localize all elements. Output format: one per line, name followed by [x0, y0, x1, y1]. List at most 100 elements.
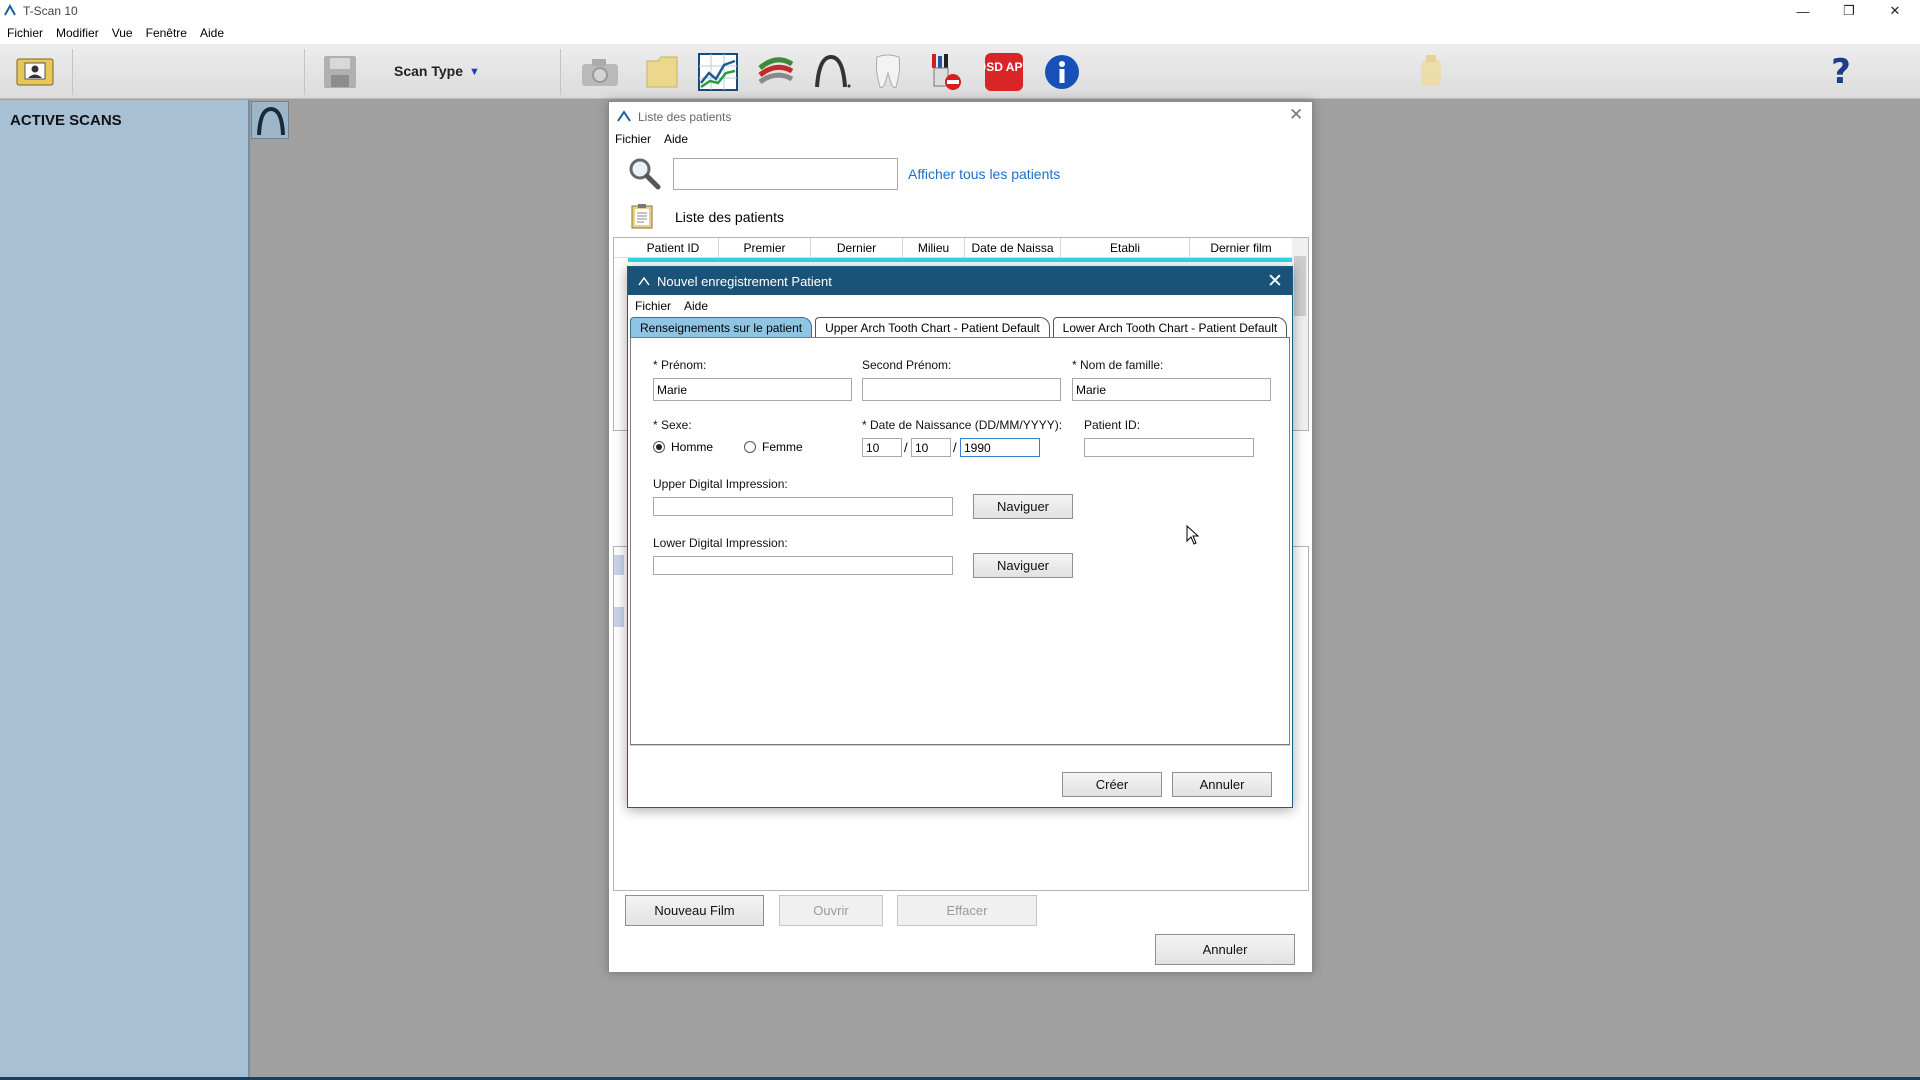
restore-button[interactable]: ❐ [1826, 0, 1872, 22]
radio-male[interactable] [653, 441, 665, 453]
arch-button[interactable] [811, 51, 853, 93]
tooth-button[interactable] [867, 51, 909, 93]
arch-layers-button[interactable] [755, 51, 797, 93]
camera-icon [582, 59, 618, 86]
scan-type-dropdown[interactable]: Scan Type [394, 63, 463, 79]
upper-impression-field[interactable] [653, 497, 953, 516]
app-logo-icon [638, 276, 650, 286]
app-logo-icon [617, 110, 631, 122]
graph-icon [698, 53, 738, 91]
mouse-cursor-icon [1186, 525, 1200, 545]
delete-button[interactable]: Effacer [897, 895, 1037, 926]
sex-male-option[interactable]: Homme [653, 440, 713, 454]
lower-impression-field[interactable] [653, 556, 953, 575]
column-header[interactable]: Dernier film [1190, 238, 1292, 257]
upper-impression-label: Upper Digital Impression: [653, 477, 788, 491]
dob-month-field[interactable]: 10 [911, 438, 951, 457]
sex-label: * Sexe: [653, 418, 692, 432]
new-film-button[interactable]: Nouveau Film [625, 895, 764, 926]
graph-button[interactable] [697, 51, 739, 93]
menu-aide[interactable]: Aide [664, 132, 688, 146]
tab-lower-arch-chart[interactable]: Lower Arch Tooth Chart - Patient Default [1052, 317, 1288, 339]
menu-fichier[interactable]: Fichier [615, 132, 651, 146]
folder-icon [646, 56, 678, 88]
menu-fichier[interactable]: Fichier [7, 22, 51, 44]
svg-text:DSD APP: DSD APP [984, 60, 1024, 74]
restore-icon: ❐ [1843, 3, 1855, 18]
menu-vue[interactable]: Vue [112, 22, 141, 44]
folder-button[interactable] [641, 51, 683, 93]
menu-aide[interactable]: Aide [200, 22, 232, 44]
first-name-field[interactable]: Marie [653, 378, 852, 401]
column-header[interactable]: Patient ID [628, 238, 719, 257]
lower-impression-label: Lower Digital Impression: [653, 536, 788, 550]
last-name-field[interactable]: Marie [1072, 378, 1271, 401]
tooth-icon [875, 54, 901, 88]
column-header[interactable]: Premier [719, 238, 811, 257]
last-name-label: * Nom de famille: [1072, 358, 1164, 372]
patient-id-field[interactable] [1084, 438, 1254, 457]
first-name-label: * Prénom: [653, 358, 707, 372]
save-button[interactable] [319, 51, 361, 93]
column-header[interactable]: Milieu [903, 238, 965, 257]
menu-fenetre[interactable]: Fenêtre [146, 22, 195, 44]
dob-day-field[interactable]: 10 [862, 438, 902, 457]
close-button[interactable]: ✕ [1872, 0, 1918, 22]
sidebar-title: ACTIVE SCANS [10, 112, 122, 129]
date-separator: / [953, 440, 957, 455]
close-icon: ✕ [1889, 3, 1901, 18]
clipboard-icon [631, 204, 653, 229]
info-icon [1045, 55, 1079, 89]
handpiece-icon [1421, 55, 1441, 86]
dialog-menu: Fichier Aide [635, 299, 708, 313]
middle-name-field[interactable] [862, 378, 1061, 401]
create-button[interactable]: Créer [1062, 772, 1162, 797]
selected-row[interactable] [628, 258, 1292, 262]
date-separator: / [904, 440, 908, 455]
help-button[interactable]: ? [1820, 51, 1862, 93]
patient-search-input[interactable] [673, 158, 898, 190]
arch-layers-icon [758, 57, 794, 85]
sidebar-arch-button[interactable] [251, 101, 289, 139]
menu-modifier[interactable]: Modifier [56, 22, 107, 44]
middle-name-label: Second Prénom: [862, 358, 952, 372]
dialog-title: Nouvel enregistrement Patient [657, 274, 832, 289]
arch-icon [815, 55, 851, 88]
show-all-patients-link[interactable]: Afficher tous les patients [908, 166, 1060, 182]
menu-aide[interactable]: Aide [684, 299, 708, 313]
app-logo-icon [4, 4, 16, 16]
browse-lower-button[interactable]: Naviguer [973, 553, 1073, 578]
dialog-title-bar: Nouvel enregistrement Patient ✕ [628, 267, 1292, 295]
column-header[interactable]: Date de Naissa [965, 238, 1061, 257]
help-icon: ? [1831, 52, 1851, 92]
radio-female[interactable] [744, 441, 756, 453]
close-icon[interactable]: ✕ [1267, 270, 1283, 293]
minimize-button[interactable]: — [1780, 0, 1826, 22]
chevron-down-icon: ▼ [469, 66, 480, 78]
column-header[interactable]: Etabli [1061, 238, 1190, 257]
menu-fichier[interactable]: Fichier [635, 299, 671, 313]
dob-year-field[interactable]: 1990 [960, 438, 1040, 457]
table-header: Patient ID Premier Dernier Milieu Date d… [614, 238, 1292, 258]
tab-patient-info[interactable]: Renseignements sur le patient [630, 317, 813, 339]
handpiece-button[interactable] [1410, 51, 1452, 93]
table-scrollbar[interactable] [1292, 238, 1308, 430]
minimize-icon: — [1796, 3, 1810, 19]
arch-icon [257, 106, 285, 136]
sex-female-option[interactable]: Femme [744, 440, 803, 454]
close-icon[interactable]: ✕ [1289, 105, 1303, 125]
browse-upper-button[interactable]: Naviguer [973, 494, 1073, 519]
tab-upper-arch-chart[interactable]: Upper Arch Tooth Chart - Patient Default [815, 317, 1050, 339]
column-header[interactable]: Dernier [811, 238, 903, 257]
camera-button[interactable] [579, 51, 621, 93]
info-button[interactable] [1041, 51, 1083, 93]
patient-card-button[interactable] [14, 51, 56, 93]
sensor-button[interactable] [925, 51, 967, 93]
cancel-button[interactable]: Annuler [1172, 772, 1272, 797]
toolbar: Scan Type ▼ DSD APP ? [0, 44, 1920, 99]
patient-list-menu: Fichier Aide [615, 132, 688, 146]
cancel-button[interactable]: Annuler [1155, 934, 1295, 965]
dsd-app-button[interactable]: DSD APP [983, 51, 1025, 93]
open-button[interactable]: Ouvrir [779, 895, 883, 926]
window-title: T-Scan 10 [23, 4, 78, 18]
